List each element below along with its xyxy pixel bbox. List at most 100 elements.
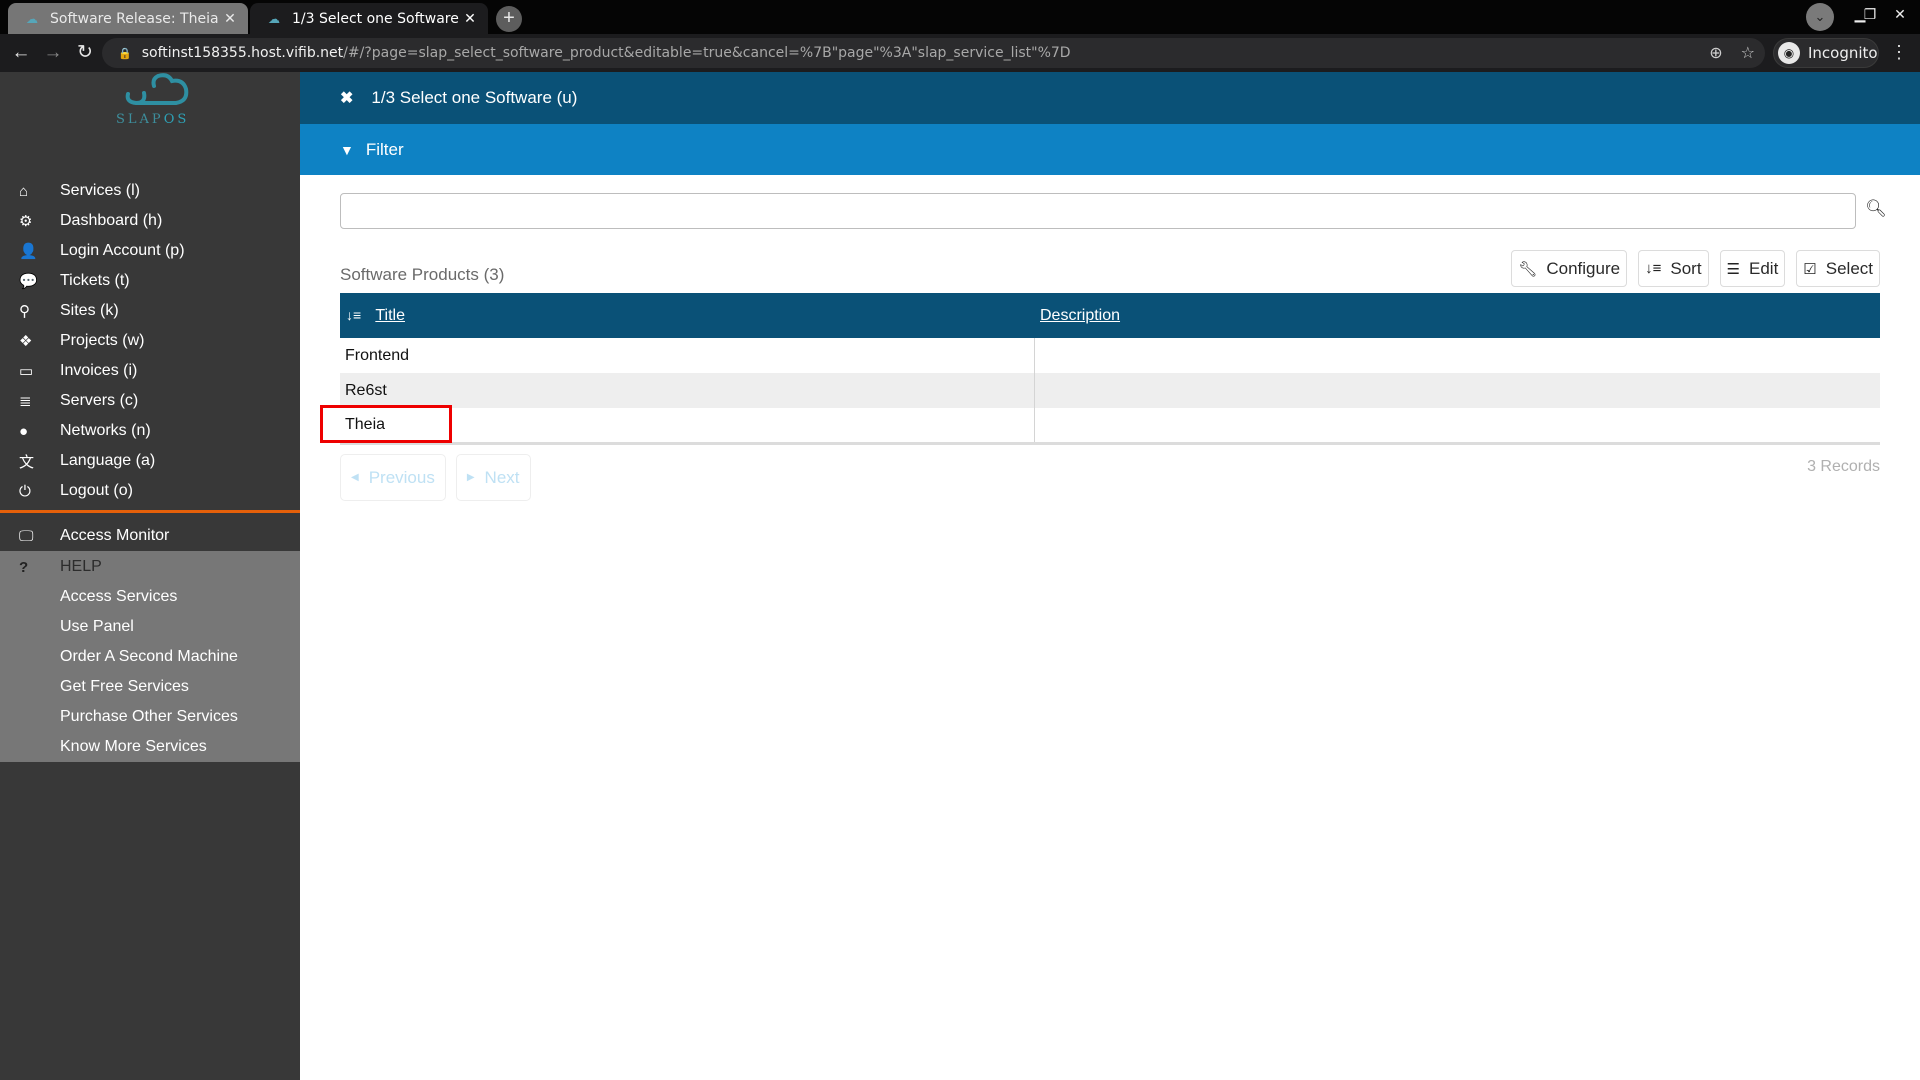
cloud-favicon-icon: ☁ [26,11,38,26]
tab-close-icon[interactable]: ✕ [462,11,478,27]
database-icon: ≣ [19,393,32,410]
incognito-icon: ◉ [1778,42,1800,64]
back-arrow-icon[interactable]: ← [8,40,34,66]
sidebar-item-label: Servers (c) [60,392,139,409]
browser-tab-select-software[interactable]: ☁ 1/3 Select one Software ✕ [250,3,488,34]
logo-text: SLAPOS [116,112,190,127]
check-square-icon: ☑ [1803,260,1817,278]
sidebar-item-dashboard[interactable]: ⚙ Dashboard (h) [0,206,300,236]
sidebar-item-services[interactable]: ⌂ Services (l) [0,176,300,206]
incognito-label: Incognito [1808,44,1878,62]
search-input[interactable] [340,193,1856,229]
cloud-favicon-icon: ☁ [268,11,280,26]
cell-title[interactable]: Re6st [340,373,1034,408]
help-section: ? HELP Access Services Use Panel Order A… [0,551,300,762]
close-icon[interactable]: ✖ [340,88,353,108]
configure-label: Configure [1546,258,1621,278]
list-caption: Software Products (3) [340,265,505,284]
sidebar-item-invoices[interactable]: ▭ Invoices (i) [0,356,300,386]
browser-tab-software-release[interactable]: ☁ Software Release: Theia ✕ [8,3,248,34]
tab-title: Software Release: Theia [50,10,219,27]
tab-strip: ☁ Software Release: Theia ✕ ☁ 1/3 Select… [0,0,1920,34]
sidebar: SLAPOS ⌂ Services (l) ⚙ Dashboard (h) 👤 … [0,72,300,1080]
browser-menu-icon[interactable]: ⋮ [1890,42,1908,63]
cell-title[interactable]: Frontend [340,338,1034,373]
sort-button[interactable]: ↓≡ Sort [1638,250,1709,287]
access-monitor-section: 🖵 Access Monitor [0,521,300,551]
cell-description [1033,338,1880,373]
help-link-order-second-machine[interactable]: Order A Second Machine [0,642,300,672]
incognito-profile-button[interactable]: ◉ Incognito [1773,38,1879,68]
sidebar-item-projects[interactable]: ❖ Projects (w) [0,326,300,356]
help-link-purchase-other-services[interactable]: Purchase Other Services [0,702,300,732]
window-close-icon[interactable]: ✕ [1890,6,1910,23]
edit-button[interactable]: ☰ Edit [1719,250,1786,287]
url-path: /#/?page=slap_select_software_product&ed… [343,45,1071,61]
column-description-link[interactable]: Description [1040,307,1120,324]
help-link-access-services[interactable]: Access Services [0,582,300,612]
sidebar-item-label: Logout (o) [60,482,133,499]
browser-chrome: ☁ Software Release: Theia ✕ ☁ 1/3 Select… [0,0,1920,72]
cloud-logo-icon [125,73,189,106]
sidebar-item-label: Login Account (p) [60,242,185,259]
cell-title[interactable]: Theia [340,408,1034,445]
wrench-icon: 🔧︎ [1518,260,1538,278]
help-link-know-more-services[interactable]: Know More Services [0,732,300,762]
caret-left-icon: ◀ [351,472,359,483]
configure-button[interactable]: 🔧︎ Configure [1511,250,1628,287]
next-button[interactable]: ▶ Next [455,454,531,501]
help-link-label: Use Panel [60,618,134,635]
filter-toggle[interactable]: ▼ Filter [300,124,1920,175]
user-icon: 👤 [19,243,38,260]
page-header: ✖ 1/3 Select one Software (u) [300,72,1920,124]
sidebar-item-language[interactable]: 文 Language (a) [0,446,300,476]
search-row: 🔍︎ [340,193,1900,229]
sidebar-item-networks[interactable]: ● Networks (n) [0,416,300,446]
previous-button[interactable]: ◀ Previous [340,454,446,501]
column-title-link[interactable]: Title [375,307,405,324]
browser-toolbar: ← → ↻ 🔒 softinst158355.host.vifib.net /#… [0,34,1920,72]
desktop-icon: 🖵 [19,527,34,545]
help-link-label: Access Services [60,588,178,605]
power-icon: ⏻ [19,482,31,500]
sidebar-item-logout[interactable]: ⏻ Logout (o) [0,476,300,506]
reload-icon[interactable]: ↻ [72,40,98,66]
sort-icon: ↓≡ [1645,260,1662,277]
forward-arrow-icon[interactable]: → [40,40,66,66]
main-panel: ✖ 1/3 Select one Software (u) ▼ Filter 🔍… [300,72,1920,1080]
sidebar-divider [0,510,300,513]
sidebar-item-tickets[interactable]: 💬 Tickets (t) [0,266,300,296]
table-row[interactable]: Frontend [340,338,1880,373]
address-bar[interactable]: 🔒 softinst158355.host.vifib.net /#/?page… [102,38,1765,68]
sidebar-item-sites[interactable]: ⚲ Sites (k) [0,296,300,326]
table-header-row: ↓≡ Title Description [340,293,1880,338]
zoom-icon[interactable]: ⊕ [1709,43,1722,62]
sort-ascending-icon: ↓≡ [346,306,362,323]
sidebar-item-access-monitor[interactable]: 🖵 Access Monitor [0,521,300,551]
tab-close-icon[interactable]: ✕ [222,11,238,27]
help-link-label: Order A Second Machine [60,648,238,665]
page-title: 1/3 Select one Software (u) [371,88,578,107]
column-header-description[interactable]: Description [1034,293,1880,338]
filter-label: Filter [365,139,404,159]
comments-icon: 💬 [19,273,38,290]
cogs-icon: ⚙ [19,213,33,230]
table-row[interactable]: Theia [340,408,1880,445]
sidebar-item-label: Language (a) [60,452,156,469]
bookmark-star-icon[interactable]: ☆ [1741,43,1755,62]
column-header-title[interactable]: ↓≡ Title [340,293,1034,338]
sidebar-item-login-account[interactable]: 👤 Login Account (p) [0,236,300,266]
slapos-logo[interactable]: SLAPOS [110,72,210,128]
select-button[interactable]: ☑ Select [1796,250,1880,287]
new-tab-button[interactable]: + [496,6,522,32]
cubes-icon: ❖ [19,333,33,350]
help-link-get-free-services[interactable]: Get Free Services [0,672,300,702]
filter-icon: ▼ [340,141,354,158]
table-row[interactable]: Re6st [340,373,1880,408]
maximize-restore-icon[interactable]: ❐ [1860,6,1880,23]
url-host: softinst158355.host.vifib.net [141,45,344,61]
tab-search-chevron-icon[interactable]: ⌄ [1806,3,1834,31]
help-link-use-panel[interactable]: Use Panel [0,612,300,642]
search-icon[interactable]: 🔍︎ [1864,199,1888,223]
sidebar-item-servers[interactable]: ≣ Servers (c) [0,386,300,416]
